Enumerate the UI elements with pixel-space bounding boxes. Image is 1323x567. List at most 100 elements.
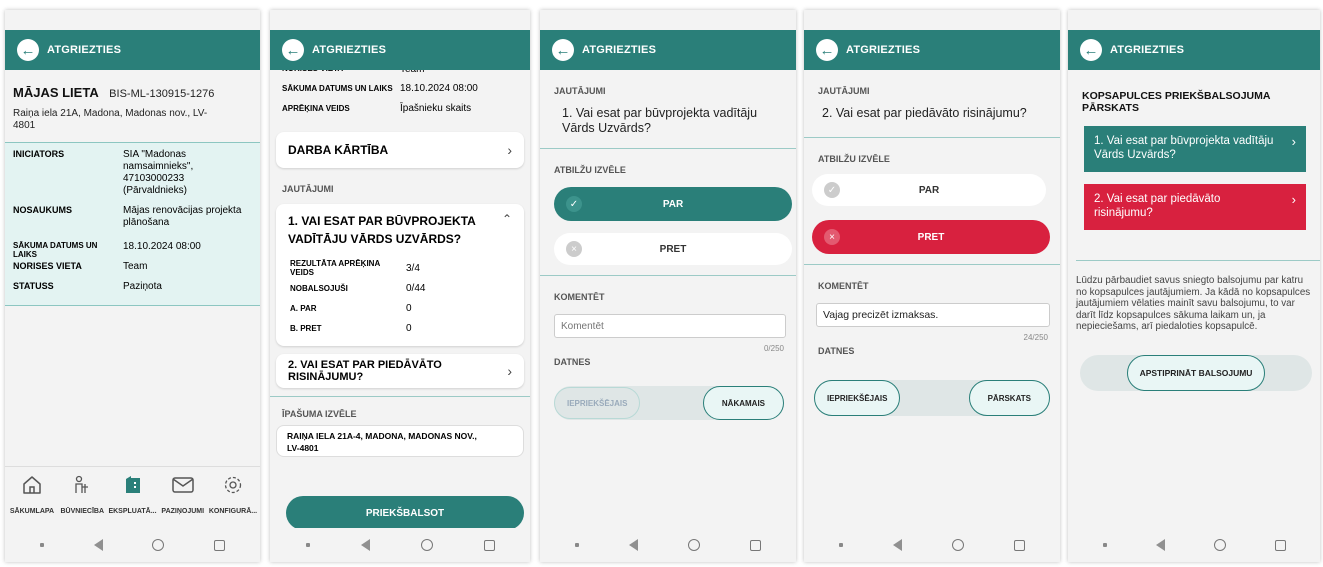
tab-label: KONFIGURĀ... <box>208 508 258 515</box>
detail-row: SĀKUMA DATUMS UN LAIKS 18.10.2024 08:00 <box>13 241 252 261</box>
back-label[interactable]: ATGRIEZTIES <box>582 44 656 56</box>
comment-input[interactable] <box>554 314 786 338</box>
nav-dot-icon <box>575 543 579 547</box>
detail-label: NOSAUKUMS <box>13 205 73 215</box>
check-circle-icon: ✓ <box>824 182 840 198</box>
back-arrow-icon[interactable]: ← <box>552 39 574 61</box>
tab-home[interactable]: SĀKUMLAPA <box>7 473 57 528</box>
property-select[interactable]: RAIŅA IELA 21A-4, MADONA, MADONAS NOV., … <box>276 425 524 457</box>
questions-heading: JAUTĀJUMI <box>818 86 870 96</box>
option-against[interactable]: × PRET <box>812 220 1050 254</box>
app-header: ← ATGRIEZTIES <box>1068 30 1320 70</box>
system-nav-bar <box>540 528 796 562</box>
detail-row: APRĒĶINA VEIDS Īpašnieku skaits <box>282 98 518 118</box>
tab-label: SĀKUMLAPA <box>9 508 55 515</box>
files-heading: DATNES <box>554 357 591 367</box>
comment-counter: 0/250 <box>763 344 784 353</box>
prev-label: IEPRIEKŠĒJAIS <box>827 393 888 403</box>
worker-icon <box>75 475 89 493</box>
agenda-row[interactable]: DARBA KĀRTĪBA › <box>276 132 524 168</box>
summary-item-2[interactable]: 2. Vai esat par piedāvāto risinājumu? › <box>1084 184 1306 230</box>
nav-recent-icon[interactable] <box>1274 539 1286 551</box>
back-arrow-icon[interactable]: ← <box>17 39 39 61</box>
result-value: 0 <box>406 302 412 314</box>
question-2-title: 2. VAI ESAT PAR PIEDĀVĀTO RISINĀJUMU? <box>288 359 442 383</box>
detail-value: Mājas renovācijas projekta plānošana <box>123 205 242 228</box>
next-button[interactable]: NĀKAMAIS <box>702 386 784 420</box>
divider <box>1076 260 1320 261</box>
gear-icon <box>224 476 242 494</box>
divider <box>804 264 1060 265</box>
nav-home-icon[interactable] <box>420 539 433 551</box>
cross-circle-icon: × <box>566 241 582 257</box>
tab-operation[interactable]: EKSPLUATĀ... <box>108 473 158 528</box>
back-label[interactable]: ATGRIEZTIES <box>1110 44 1184 56</box>
back-arrow-icon[interactable]: ← <box>1080 39 1102 61</box>
back-label[interactable]: ATGRIEZTIES <box>312 44 386 56</box>
tab-settings[interactable]: KONFIGURĀ... <box>208 473 258 528</box>
prev-label: IEPRIEKŠĒJAIS <box>567 398 628 408</box>
nav-recent-icon[interactable] <box>1014 539 1025 551</box>
check-icon: ✓ <box>566 196 582 212</box>
screen-house-case: ← ATGRIEZTIES MĀJAS LIETA BIS-ML-130915-… <box>5 10 260 562</box>
nav-recent-icon[interactable] <box>214 539 226 551</box>
divider <box>270 396 530 397</box>
nav-home-icon[interactable] <box>1213 539 1226 551</box>
wizard-nav-bar: IEPRIEKŠĒJAIS NĀKAMAIS <box>554 386 784 420</box>
question-1-header[interactable]: 1. VAI ESAT PAR BŪVPROJEKTA VADĪTĀJU VĀR… <box>288 212 512 248</box>
nav-home-icon[interactable] <box>952 539 964 551</box>
back-label[interactable]: ATGRIEZTIES <box>846 44 920 56</box>
tab-label: BŪVNIECĪBA <box>60 508 105 515</box>
divider <box>804 137 1060 138</box>
nav-back-icon[interactable] <box>893 539 902 551</box>
detail-value: SIA "Madonas namsaimnieks", 47103000233 … <box>123 149 194 196</box>
system-nav-bar <box>270 528 530 562</box>
detail-label: APRĒĶINA VEIDS <box>282 103 350 113</box>
tab-construction[interactable]: BŪVNIECĪBA <box>57 473 107 528</box>
property-value: RAIŅA IELA 21A-4, MADONA, MADONAS NOV., … <box>287 431 477 453</box>
detail-label: SĀKUMA DATUMS UN LAIKS <box>282 83 393 93</box>
nav-recent-icon[interactable] <box>750 539 761 551</box>
option-for[interactable]: ✓ PAR <box>554 187 792 221</box>
detail-row: NOSAUKUMS Mājas renovācijas projekta plā… <box>13 205 252 241</box>
back-arrow-icon[interactable]: ← <box>282 39 304 61</box>
nav-recent-icon[interactable] <box>483 539 495 551</box>
option-for-label: PAR <box>662 198 684 210</box>
review-button[interactable]: PĀRSKATS <box>968 380 1050 416</box>
files-heading: DATNES <box>818 346 855 356</box>
screen-question-2-vote: ← ATGRIEZTIES JAUTĀJUMI 2. Vai esat par … <box>804 10 1060 562</box>
result-value: 3/4 <box>406 262 420 274</box>
nav-dot-icon <box>1102 543 1107 547</box>
back-arrow-icon[interactable]: ← <box>816 39 838 61</box>
prev-button[interactable]: IEPRIEKŠĒJAIS <box>814 380 901 416</box>
confirm-vote-button[interactable]: APSTIPRINĀT BALSOJUMU <box>1126 354 1266 391</box>
status-bar <box>270 10 530 30</box>
question-2-row[interactable]: 2. VAI ESAT PAR PIEDĀVĀTO RISINĀJUMU? › <box>276 354 524 388</box>
system-nav-bar <box>5 528 260 562</box>
page-title: KOPSAPULCES PRIEKŠBALSOJUMA PĀRSKATS <box>1082 90 1271 114</box>
nav-home-icon[interactable] <box>152 539 165 551</box>
comment-input[interactable]: Vajag precizēt izmaksas. <box>816 303 1050 327</box>
divider <box>540 148 796 149</box>
detail-value: Team <box>400 70 424 78</box>
question-1-card: 1. VAI ESAT PAR BŪVPROJEKTA VADĪTĀJU VĀR… <box>276 204 524 346</box>
option-against[interactable]: × PRET <box>554 233 792 265</box>
app-header: ← ATGRIEZTIES <box>270 30 530 70</box>
nav-back-icon[interactable] <box>1155 539 1165 551</box>
nav-back-icon[interactable] <box>93 539 103 551</box>
back-label[interactable]: ATGRIEZTIES <box>47 44 121 56</box>
question-text: 2. Vai esat par piedāvāto risinājumu? <box>822 106 1027 120</box>
nav-home-icon[interactable] <box>688 539 700 551</box>
nav-back-icon[interactable] <box>629 539 638 551</box>
tab-notifications[interactable]: PAZIŅOJUMI <box>158 473 208 528</box>
screen-meeting-details: ← ATGRIEZTIES NORISES VIETA Team SĀKUMA … <box>270 10 530 562</box>
prev-button[interactable]: IEPRIEKŠĒJAIS <box>554 387 641 419</box>
nav-back-icon[interactable] <box>360 539 370 551</box>
summary-item-1[interactable]: 1. Vai esat par būvprojekta vadītāju Vār… <box>1084 126 1306 172</box>
detail-value: Team <box>123 261 148 272</box>
confirm-bar: APSTIPRINĀT BALSOJUMU <box>1080 354 1312 391</box>
option-for[interactable]: ✓ PAR <box>812 174 1046 206</box>
screen-question-1-vote: ← ATGRIEZTIES JAUTĀJUMI 1. Vai esat par … <box>540 10 796 562</box>
building-icon <box>125 476 140 493</box>
prevote-button[interactable]: PRIEKŠBALSOT <box>286 496 524 528</box>
